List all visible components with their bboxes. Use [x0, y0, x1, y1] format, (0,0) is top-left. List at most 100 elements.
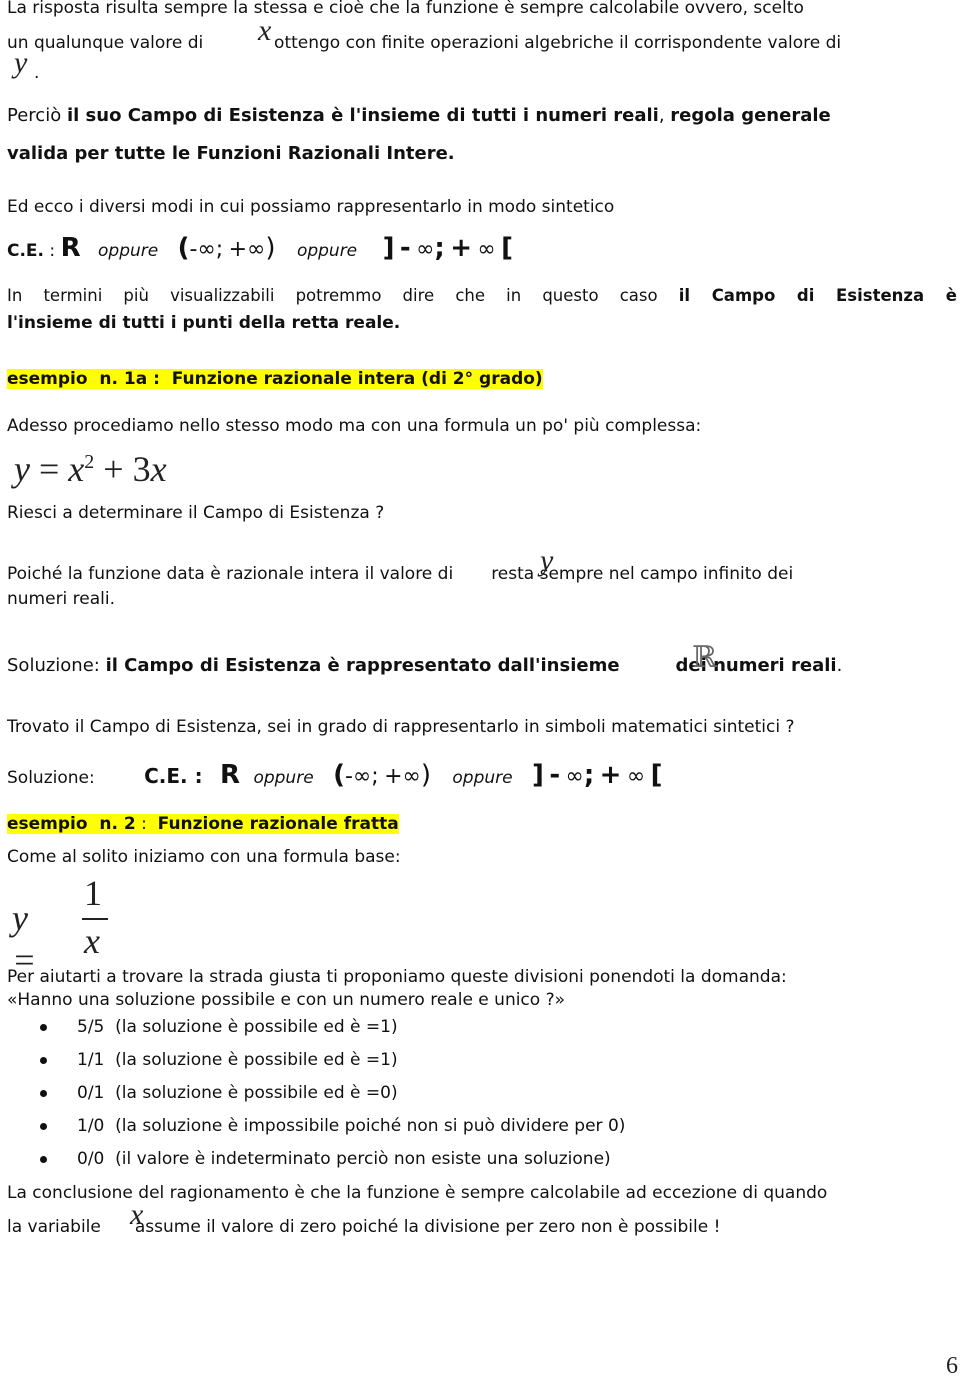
text: Perciò	[7, 105, 67, 126]
bold-text: il suo Campo di Esistenza è l'insieme di…	[66, 105, 659, 126]
plus: +	[450, 233, 472, 263]
solution-1: Soluzione: il Campo di Esistenza è rappr…	[7, 655, 842, 677]
paragraph-visual-line2: l'insieme di tutti i punti della retta r…	[7, 313, 401, 333]
explanation: (la soluzione è impossibile poiché non s…	[115, 1116, 626, 1136]
real-set-symbol: R	[220, 760, 241, 790]
open-paren: (	[177, 233, 190, 263]
paragraph-base-formula: Come al solito iniziamo con una formula …	[7, 847, 401, 867]
text: ,	[658, 105, 671, 126]
paragraph-conclusion: Perciò il suo Campo di Esistenza è l'ins…	[7, 105, 831, 127]
period: .	[836, 655, 843, 676]
neg-infinity: -∞	[344, 764, 372, 789]
paragraph-intro-line1: La risposta risulta sempre la stessa e c…	[7, 0, 804, 18]
period: .	[34, 63, 40, 83]
list-item: 1/1 (la soluzione è possibile ed è =1)	[40, 1049, 625, 1082]
solution-2: Soluzione: C.E. : R oppure (-∞; +∞) oppu…	[7, 762, 662, 789]
math-var-y: y	[14, 46, 28, 79]
paragraph-procedure: Adesso procediamo nello stesso modo ma c…	[7, 416, 702, 436]
bullet-icon	[40, 1057, 47, 1064]
division: 0/0	[77, 1149, 105, 1169]
text: resta sempre nel campo infinito dei	[491, 564, 794, 584]
colon: :	[135, 814, 158, 834]
plus: +	[599, 760, 622, 790]
oppure-text: oppure	[296, 241, 358, 261]
semicolon: ;	[583, 760, 595, 790]
neg-infinity: -∞	[189, 237, 216, 262]
real-set-symbol: R	[60, 233, 81, 263]
division: 1/0	[77, 1116, 105, 1136]
paragraph-question: Riesci a determinare il Campo di Esisten…	[7, 503, 385, 523]
oppure-text: oppure	[98, 241, 159, 261]
ce-label: C.E.	[7, 241, 45, 261]
infinity: ∞	[416, 237, 435, 262]
solution-label: Soluzione:	[7, 655, 106, 676]
paragraph-help-line2: «Hanno una soluzione possibile e con un …	[7, 990, 566, 1010]
paragraph-because-line2: numeri reali.	[7, 589, 116, 609]
semicolon: ;	[215, 237, 224, 262]
text: Poiché la funzione data è razionale inte…	[7, 564, 454, 584]
ce-notation-1: C.E. : R oppure (-∞; +∞) oppure ] - ∞; +…	[7, 235, 513, 262]
open-bracket: ]	[532, 760, 544, 790]
paragraph-modes: Ed ecco i diversi modi in cui possiamo r…	[7, 197, 615, 217]
bold-text: esempio n. 2	[7, 814, 136, 834]
bold-text: il Campo di Esistenza è	[678, 286, 958, 305]
text: un qualunque valore di	[7, 33, 204, 53]
oppure-text: oppure	[253, 768, 314, 788]
real-numbers-symbol: ℝ	[692, 640, 717, 675]
infinity: ∞	[477, 237, 496, 262]
text: In termini più visualizzabili potremmo d…	[7, 286, 679, 305]
paragraph-help-line1: Per aiutarti a trovare la strada giusta …	[7, 967, 787, 987]
paragraph-symbols-question: Trovato il Campo di Esistenza, sei in gr…	[7, 717, 795, 737]
list-item: 0/1 (la soluzione è possibile ed è =0)	[40, 1082, 625, 1115]
infinity: ∞	[626, 764, 646, 789]
math-var-x: x	[130, 1198, 144, 1231]
open-bracket: ]	[382, 233, 395, 263]
explanation: (il valore è indeterminato perciò non es…	[115, 1149, 611, 1169]
paragraph-intro-line2: un qualunque valore di ottengo con finit…	[7, 32, 841, 54]
list-item: 1/0 (la soluzione è impossibile poiché n…	[40, 1115, 625, 1148]
paragraph-visual: In termini più visualizzabili potremmo d…	[7, 285, 957, 307]
close-bracket: [	[650, 760, 663, 790]
page-number: 6	[946, 1353, 958, 1379]
list-item: 0/0 (il valore è indeterminato perciò no…	[40, 1148, 625, 1181]
paragraph-because: Poiché la funzione data è razionale inte…	[7, 563, 793, 585]
example-2-heading: esempio n. 2 : Funzione razionale fratta	[7, 813, 399, 835]
minus: -	[549, 760, 561, 790]
example-1-heading: esempio n. 1a : Funzione razionale inter…	[7, 368, 543, 390]
explanation: (la soluzione è possibile ed è =1)	[115, 1017, 398, 1037]
close-paren: )	[420, 760, 431, 790]
text: la variabile	[7, 1217, 101, 1237]
close-bracket: [	[501, 233, 514, 263]
numerator: 1	[84, 873, 102, 913]
bullet-icon	[40, 1024, 47, 1031]
pos-infinity: +∞	[384, 764, 421, 789]
open-paren: (	[333, 760, 345, 790]
bold-text: Funzione razionale fratta	[157, 814, 399, 834]
division: 5/5	[77, 1017, 105, 1037]
infinity: ∞	[565, 764, 584, 789]
bullet-icon	[40, 1123, 47, 1130]
colon: :	[44, 241, 61, 261]
explanation: (la soluzione è possibile ed è =0)	[115, 1083, 398, 1103]
denominator: x	[84, 921, 100, 961]
oppure-text: oppure	[452, 768, 513, 788]
paragraph-final-line2: la variabile assume il valore di zero poi…	[7, 1216, 720, 1238]
ce-label: C.E. :	[144, 764, 203, 788]
division: 1/1	[77, 1050, 105, 1070]
explanation: (la soluzione è possibile ed è =1)	[115, 1050, 398, 1070]
math-var-x: x	[258, 14, 272, 47]
division-list: 5/5 (la soluzione è possibile ed è =1) 1…	[40, 1016, 625, 1181]
highlighted-heading: esempio n. 2 : Funzione razionale fratta	[7, 814, 399, 834]
bold-text: regola generale	[670, 105, 831, 126]
solution-label: Soluzione:	[7, 768, 95, 788]
list-item: 5/5 (la soluzione è possibile ed è =1)	[40, 1016, 625, 1049]
highlighted-heading: esempio n. 1a : Funzione razionale inter…	[7, 369, 543, 389]
pos-infinity: +∞	[228, 237, 266, 262]
formula-quadratic: y = x2 + 3x	[14, 449, 167, 489]
bullet-icon	[40, 1156, 47, 1163]
bold-text: il Campo di Esistenza è rappresentato da…	[105, 655, 620, 676]
text: assume il valore di zero poiché la divis…	[134, 1217, 721, 1237]
semicolon: ;	[371, 764, 379, 789]
division: 0/1	[77, 1083, 105, 1103]
bullet-icon	[40, 1090, 47, 1097]
